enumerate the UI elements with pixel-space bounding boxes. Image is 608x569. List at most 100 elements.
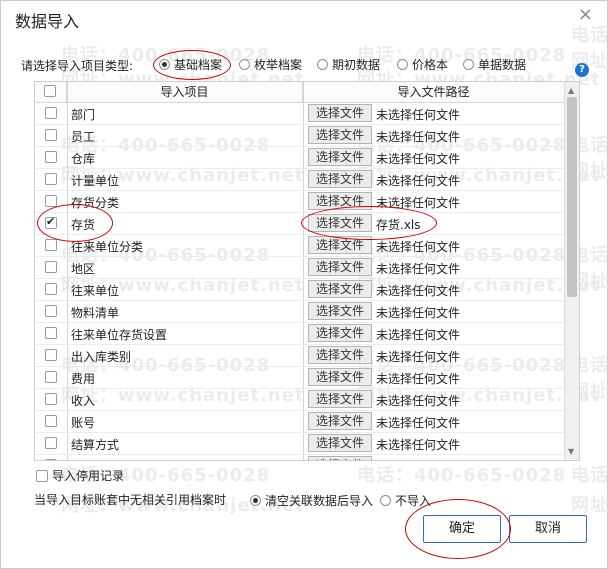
title-bar: 数据导入 × [1,1,607,37]
header-import-item: 导入项目 [67,82,303,102]
row-item-name: 地区 [71,262,96,276]
row-checkbox[interactable] [45,349,57,361]
choose-file-button[interactable]: 选择文件 [308,368,372,386]
choose-file-button[interactable]: 选择文件 [308,412,372,430]
radio-do-not-import-dot[interactable] [380,495,391,506]
table-row: 存货分类 选择文件 未选择任何文件 [35,191,564,213]
choose-file-button[interactable]: 选择文件 [308,214,372,232]
select-all-checkbox[interactable] [44,85,56,97]
row-item-name: 收入 [71,394,96,408]
row-file-path: 未选择任何文件 [376,240,461,254]
row-item-name: 往来单位分类 [71,240,144,254]
scroll-down-icon[interactable]: ▼ [568,447,574,456]
row-checkbox[interactable] [45,437,57,449]
import-items-table: 导入项目 导入文件路径 部门 选择文件 未选择任何文件 员工 选择文件 未选择任何文件 仓库… [34,81,580,461]
table-row: 存货 选择文件存货.xls [35,213,564,235]
row-checkbox[interactable] [45,151,57,163]
import-dialog: 电话：400-665-0028 电话：400-665-0028 网址：www.c… [0,0,608,569]
row-file-path: 未选择任何文件 [376,416,461,430]
row-file-path: 未选择任何文件 [376,174,461,188]
watermark-site-side: 网址 [571,495,608,516]
row-checkbox[interactable] [45,215,57,229]
choose-file-button[interactable]: 选择文件 [308,236,372,254]
radio-document-data-dot[interactable] [463,59,474,70]
choose-file-button[interactable]: 选择文件 [308,104,372,122]
table-row: 部门 选择文件 未选择任何文件 [35,103,564,125]
row-checkbox[interactable] [45,261,57,273]
row-checkbox[interactable] [45,173,57,185]
radio-enum-archive[interactable]: 枚举档案 [239,56,302,73]
choose-file-button[interactable]: 选择文件 [308,148,372,166]
row-checkbox[interactable] [45,415,57,427]
choose-file-button[interactable]: 选择文件 [308,434,372,452]
row-file-path: 存货.xls [376,218,421,232]
row-file-path: 未选择任何文件 [376,108,461,122]
choose-file-button[interactable]: 选择文件 [308,258,372,276]
radio-opening-data-dot[interactable] [317,59,328,70]
row-checkbox[interactable] [45,393,57,405]
choose-file-button[interactable]: 选择文件 [308,456,372,460]
table-body: 部门 选择文件 未选择任何文件 员工 选择文件 未选择任何文件 仓库 选择文件 未选择任何文件计… [35,103,564,460]
radio-clear-then-import-dot[interactable] [250,495,261,506]
scroll-up-icon[interactable]: ▲ [568,86,574,95]
import-type-label: 请选择导入项目类型: [21,59,134,73]
ok-button[interactable]: 确定 [423,515,501,543]
row-file-path: 未选择任何文件 [376,458,460,460]
row-item-name: 往来单位存货设置 [71,328,168,342]
cancel-button[interactable]: 取消 [509,515,587,543]
radio-enum-archive-dot[interactable] [239,59,250,70]
scroll-thumb[interactable] [567,97,577,297]
table-row: 员工 选择文件 未选择任何文件 [35,125,564,147]
table-row: 往来单位 选择文件 未选择任何文件 [35,279,564,301]
watermark-phone: 电话：400-665-0028 [357,465,567,486]
help-icon[interactable]: ? [575,63,589,77]
import-disabled-label: 导入停用记录 [52,469,125,483]
choose-file-button[interactable]: 选择文件 [308,324,372,342]
row-checkbox[interactable] [45,305,57,317]
choose-file-button[interactable]: 选择文件 [308,192,372,210]
choose-file-button[interactable]: 选择文件 [308,126,372,144]
row-checkbox[interactable] [45,129,57,141]
choose-file-button[interactable]: 选择文件 [308,390,372,408]
radio-do-not-import[interactable]: 不导入 [380,492,431,509]
radio-document-data-label: 单据数据 [478,58,527,72]
radio-clear-then-import-label: 清空关联数据后导入 [265,494,374,508]
table-row: 项目分类 选择文件未选择任何文件 [35,455,564,460]
table-scrollbar[interactable]: ▲ ▼ [564,82,579,460]
row-checkbox[interactable] [45,195,57,207]
row-item-name: 部门 [71,108,96,122]
row-checkbox[interactable] [45,107,57,119]
radio-clear-then-import[interactable]: 清空关联数据后导入 [250,492,373,509]
row-item-name: 往来单位 [71,284,120,298]
radio-basic-archive[interactable]: 基础档案 [159,56,222,73]
table-row: 物料清单 选择文件 未选择任何文件 [35,301,564,323]
radio-price-book-dot[interactable] [397,59,408,70]
choose-file-button[interactable]: 选择文件 [308,280,372,298]
close-icon[interactable]: × [578,5,593,25]
radio-price-book[interactable]: 价格本 [397,56,448,73]
row-checkbox[interactable] [45,371,57,383]
table-row: 仓库 选择文件 未选择任何文件 [35,147,564,169]
choose-file-button[interactable]: 选择文件 [308,170,372,188]
row-checkbox[interactable] [45,283,57,295]
row-file-path: 未选择任何文件 [376,196,461,210]
import-disabled-option[interactable]: 导入停用记录 [36,467,124,484]
choose-file-button[interactable]: 选择文件 [308,346,372,364]
row-checkbox[interactable] [45,459,57,460]
header-file-path: 导入文件路径 [397,85,470,99]
radio-document-data[interactable]: 单据数据 [463,56,526,73]
row-item-name: 存货分类 [71,196,120,210]
table-row: 费用 选择文件 未选择任何文件 [35,367,564,389]
row-checkbox[interactable] [45,239,57,251]
radio-do-not-import-label: 不导入 [395,494,432,508]
row-item-name: 计量单位 [71,174,120,188]
row-file-path: 未选择任何文件 [376,394,461,408]
radio-basic-archive-label: 基础档案 [174,58,223,72]
no-related-label: 当导入目标账套中无相关引用档案时 [34,493,227,507]
radio-basic-archive-dot[interactable] [159,59,170,70]
row-checkbox[interactable] [45,327,57,339]
import-disabled-checkbox[interactable] [36,469,48,482]
radio-opening-data[interactable]: 期初数据 [317,56,380,73]
header-select-all-cell [35,82,67,102]
choose-file-button[interactable]: 选择文件 [308,302,372,320]
